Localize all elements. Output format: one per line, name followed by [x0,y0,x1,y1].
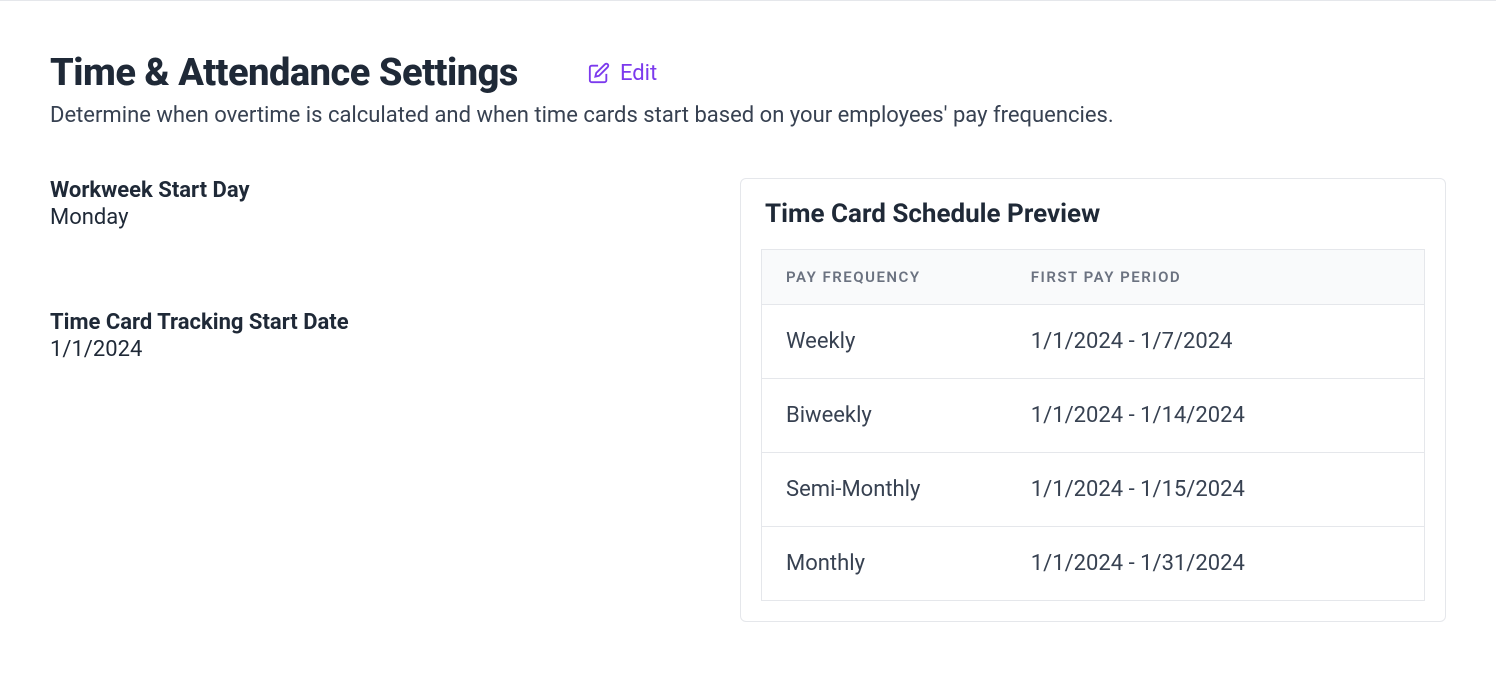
cell-first-pay-period: 1/1/2024 - 1/31/2024 [1007,527,1425,601]
page-subtitle: Determine when overtime is calculated an… [50,103,1446,128]
edit-button-label: Edit [620,61,657,86]
tracking-start-value: 1/1/2024 [50,337,700,362]
edit-icon [588,62,610,84]
col-pay-frequency: Pay Frequency [762,250,1007,305]
cell-first-pay-period: 1/1/2024 - 1/14/2024 [1007,379,1425,453]
content-row: Workweek Start Day Monday Time Card Trac… [50,178,1446,622]
page-title: Time & Attendance Settings [50,51,518,95]
cell-pay-frequency: Weekly [762,305,1007,379]
cell-pay-frequency: Biweekly [762,379,1007,453]
workweek-field: Workweek Start Day Monday [50,178,700,230]
workweek-label: Workweek Start Day [50,178,700,203]
tracking-start-label: Time Card Tracking Start Date [50,310,700,335]
preview-title: Time Card Schedule Preview [761,199,1425,229]
table-row: Monthly 1/1/2024 - 1/31/2024 [762,527,1425,601]
tracking-start-field: Time Card Tracking Start Date 1/1/2024 [50,310,700,362]
cell-pay-frequency: Semi-Monthly [762,453,1007,527]
cell-first-pay-period: 1/1/2024 - 1/15/2024 [1007,453,1425,527]
cell-pay-frequency: Monthly [762,527,1007,601]
col-first-pay-period: First Pay Period [1007,250,1425,305]
preview-table: Pay Frequency First Pay Period Weekly 1/… [761,249,1425,601]
table-header-row: Pay Frequency First Pay Period [762,250,1425,305]
table-row: Semi-Monthly 1/1/2024 - 1/15/2024 [762,453,1425,527]
table-row: Weekly 1/1/2024 - 1/7/2024 [762,305,1425,379]
right-column: Time Card Schedule Preview Pay Frequency… [740,178,1446,622]
edit-button[interactable]: Edit [588,61,657,86]
left-column: Workweek Start Day Monday Time Card Trac… [50,178,700,622]
workweek-value: Monday [50,205,700,230]
header-row: Time & Attendance Settings Edit [50,51,1446,95]
preview-card: Time Card Schedule Preview Pay Frequency… [740,178,1446,622]
table-row: Biweekly 1/1/2024 - 1/14/2024 [762,379,1425,453]
cell-first-pay-period: 1/1/2024 - 1/7/2024 [1007,305,1425,379]
settings-container: Time & Attendance Settings Edit Determin… [0,1,1496,652]
